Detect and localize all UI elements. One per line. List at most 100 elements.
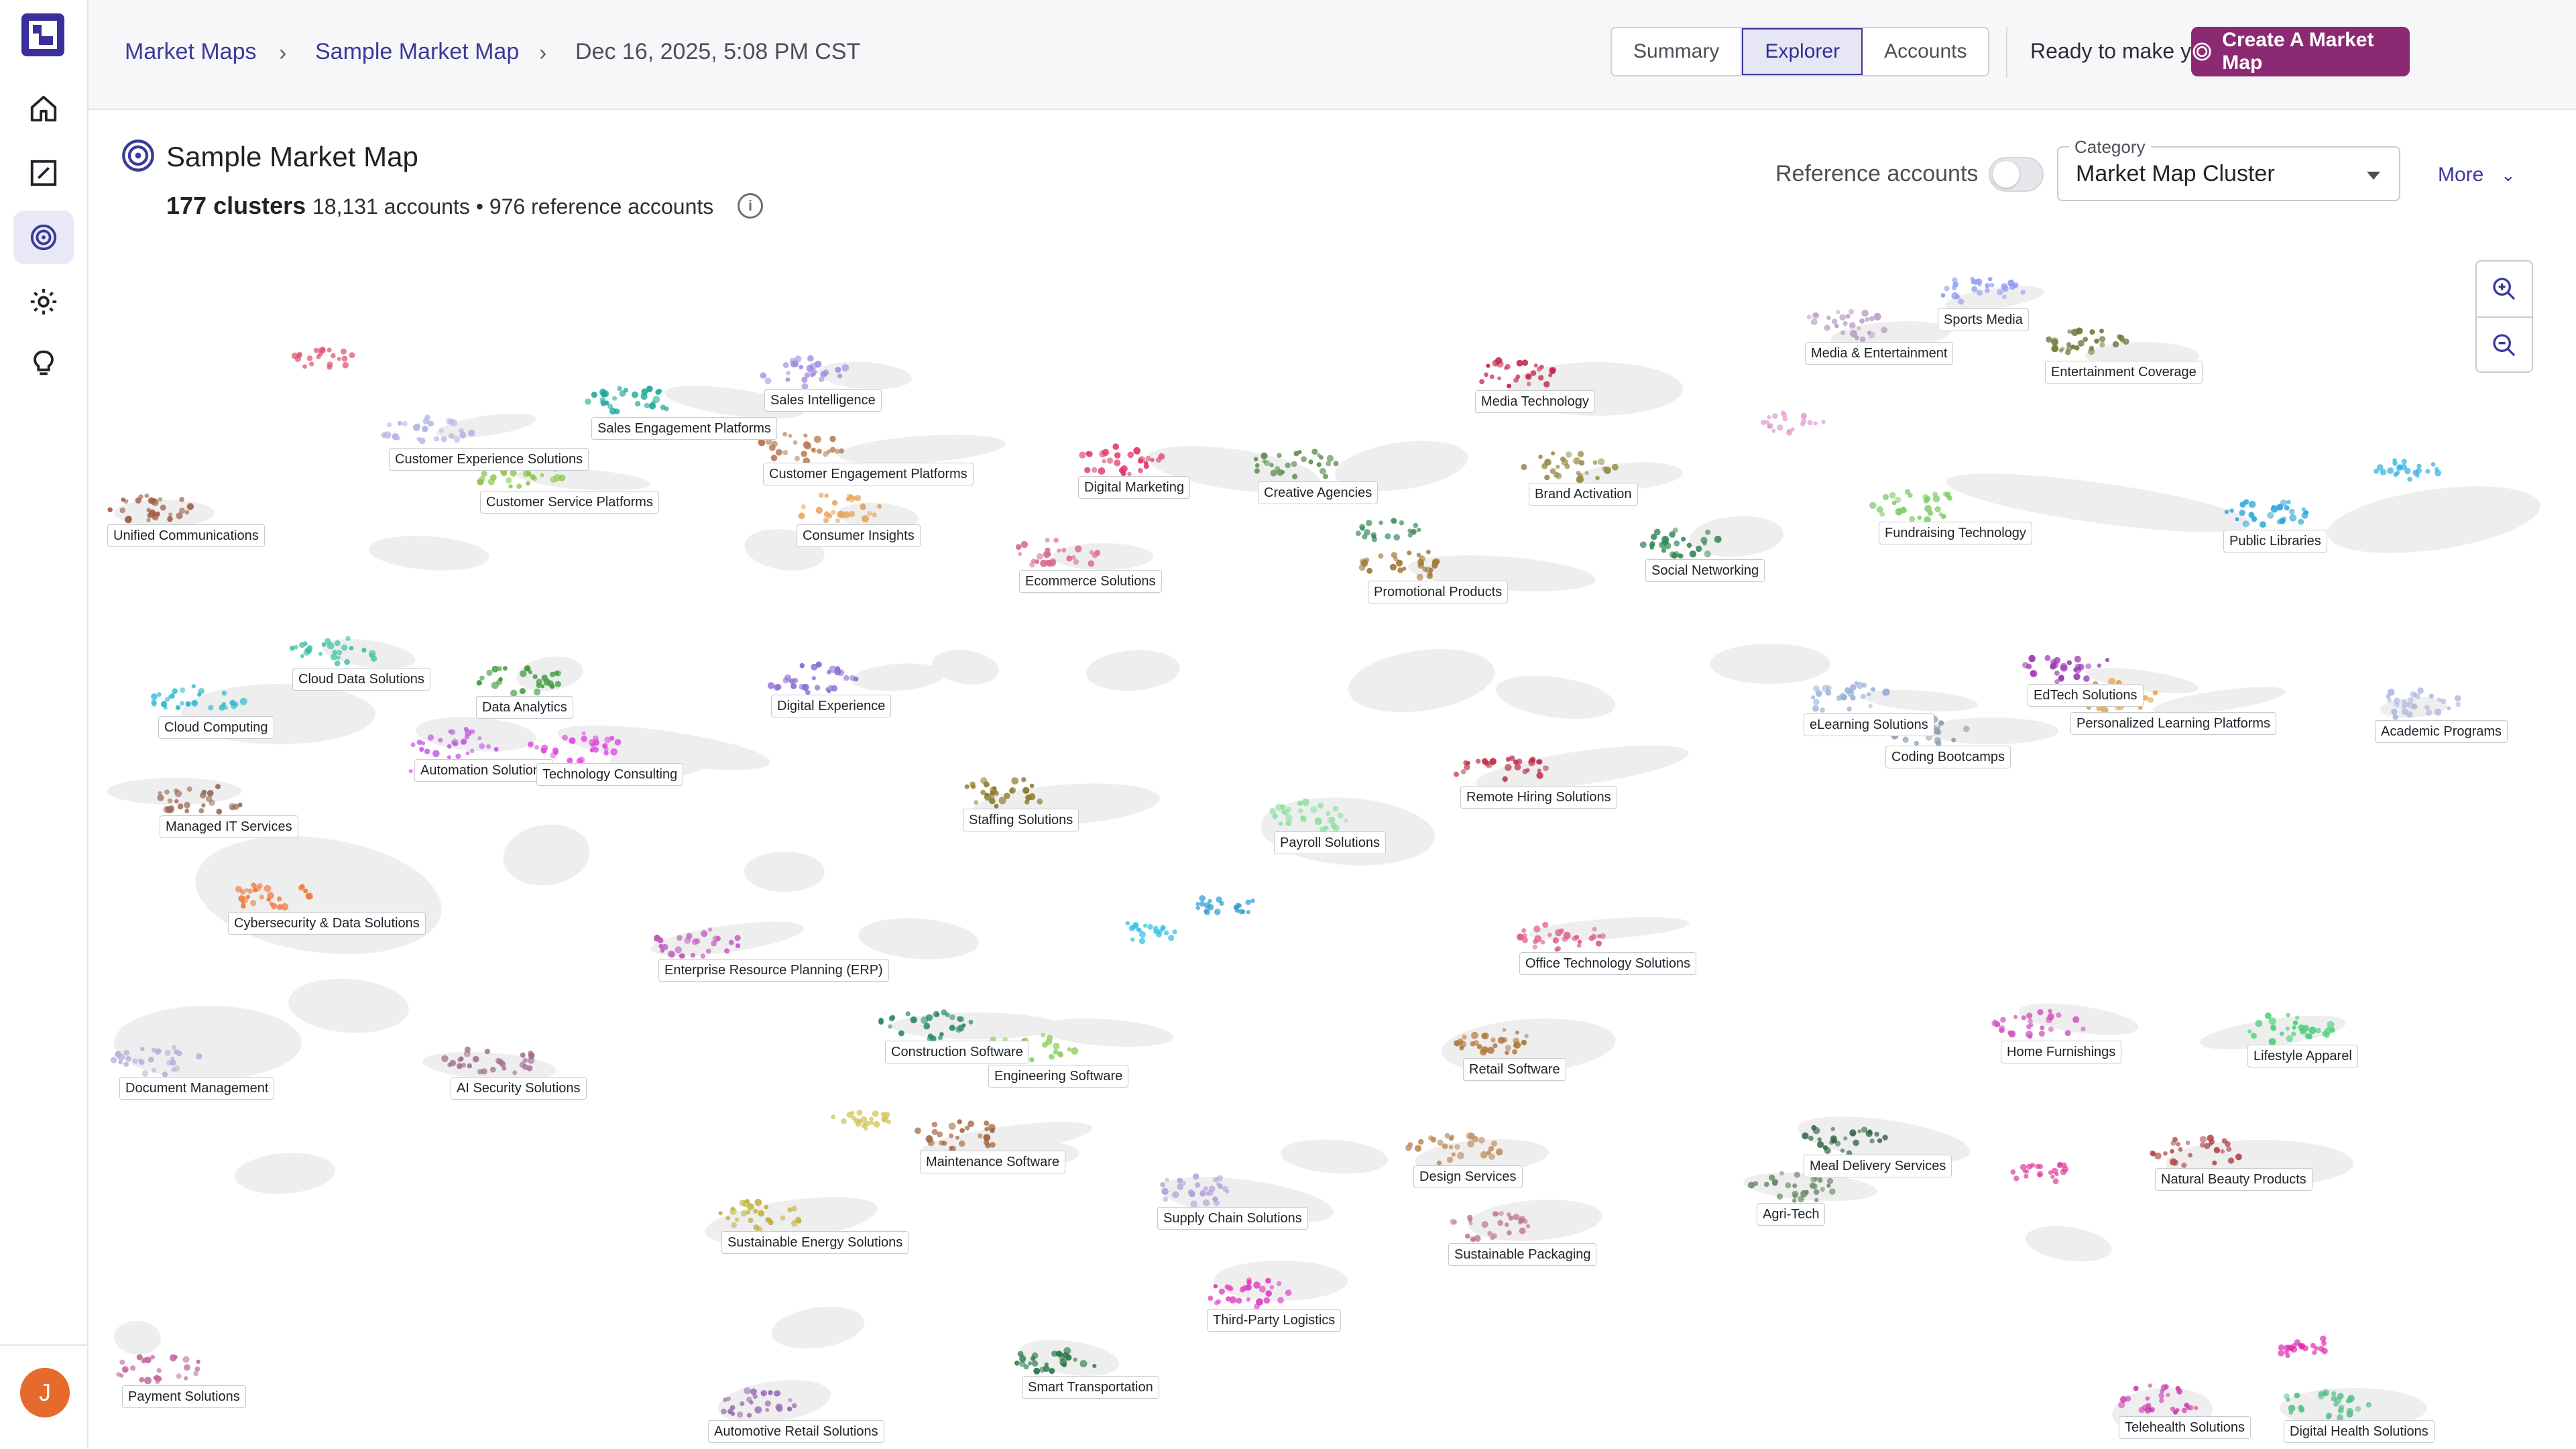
account-dot[interactable] — [1041, 1041, 1048, 1048]
account-dot[interactable] — [2072, 1016, 2080, 1023]
account-dot[interactable] — [151, 498, 159, 506]
account-dot[interactable] — [2026, 663, 2032, 670]
account-dot[interactable] — [2175, 1386, 2180, 1391]
account-dot[interactable] — [957, 1119, 962, 1124]
account-dot[interactable] — [313, 347, 319, 353]
account-dot[interactable] — [2435, 467, 2439, 472]
account-dot[interactable] — [337, 357, 341, 361]
account-dot[interactable] — [419, 747, 424, 752]
account-dot[interactable] — [1147, 924, 1153, 930]
account-dot[interactable] — [1014, 1360, 1020, 1366]
account-dot[interactable] — [1160, 926, 1165, 931]
account-dot[interactable] — [174, 1065, 180, 1072]
account-dot[interactable] — [773, 684, 780, 691]
account-dot[interactable] — [708, 927, 713, 932]
account-dot[interactable] — [1092, 467, 1098, 473]
cluster-label[interactable]: Customer Service Platforms — [480, 491, 659, 514]
account-dot[interactable] — [839, 448, 844, 454]
account-dot[interactable] — [841, 1118, 847, 1124]
account-dot[interactable] — [221, 690, 227, 696]
account-dot[interactable] — [1512, 1049, 1517, 1055]
account-dot[interactable] — [2022, 1169, 2027, 1173]
account-dot[interactable] — [1274, 466, 1281, 472]
account-dot[interactable] — [171, 1045, 177, 1050]
account-dot[interactable] — [1073, 559, 1079, 565]
account-dot[interactable] — [810, 373, 815, 378]
account-dot[interactable] — [1355, 530, 1361, 536]
nav-home[interactable] — [13, 82, 74, 135]
account-dot[interactable] — [532, 674, 538, 679]
account-dot[interactable] — [2048, 1027, 2054, 1033]
account-dot[interactable] — [1851, 1131, 1856, 1137]
account-dot[interactable] — [1202, 1199, 1210, 1206]
account-dot[interactable] — [592, 746, 599, 753]
account-dot[interactable] — [2235, 1153, 2242, 1161]
account-dot[interactable] — [1484, 372, 1488, 378]
cluster-label[interactable]: Digital Marketing — [1078, 476, 1190, 499]
account-dot[interactable] — [764, 1205, 768, 1210]
account-dot[interactable] — [520, 1052, 526, 1058]
account-dot[interactable] — [1869, 316, 1875, 322]
account-dot[interactable] — [1492, 1211, 1499, 1217]
account-dot[interactable] — [1311, 449, 1318, 455]
account-dot[interactable] — [1127, 451, 1134, 459]
account-dot[interactable] — [2247, 1029, 2252, 1034]
account-dot[interactable] — [2007, 1030, 2013, 1035]
account-dot[interactable] — [1705, 529, 1711, 535]
account-dot[interactable] — [2286, 500, 2291, 505]
account-dot[interactable] — [2170, 1140, 2176, 1146]
account-dot[interactable] — [2064, 1030, 2071, 1037]
account-dot[interactable] — [1125, 921, 1130, 926]
account-dot[interactable] — [1938, 720, 1944, 726]
account-dot[interactable] — [765, 1217, 771, 1223]
account-dot[interactable] — [1538, 375, 1544, 381]
account-dot[interactable] — [1106, 457, 1114, 464]
account-dot[interactable] — [1714, 535, 1722, 543]
account-dot[interactable] — [851, 1115, 856, 1120]
account-dot[interactable] — [2411, 703, 2418, 710]
account-dot[interactable] — [1256, 1298, 1263, 1306]
account-dot[interactable] — [526, 481, 530, 486]
account-dot[interactable] — [1826, 1177, 1834, 1185]
account-dot[interactable] — [166, 1059, 173, 1066]
zoom-out-button[interactable] — [2477, 318, 2532, 373]
account-dot[interactable] — [793, 440, 798, 445]
cluster-label[interactable]: Smart Transportation — [1022, 1376, 1159, 1399]
account-dot[interactable] — [146, 508, 151, 512]
cluster-label[interactable]: Social Networking — [1645, 559, 1765, 582]
account-dot[interactable] — [984, 1126, 989, 1132]
account-dot[interactable] — [1521, 463, 1527, 471]
account-dot[interactable] — [983, 1135, 990, 1141]
account-dot[interactable] — [754, 1406, 762, 1413]
account-dot[interactable] — [829, 447, 836, 453]
account-dot[interactable] — [801, 451, 807, 457]
account-dot[interactable] — [654, 934, 660, 940]
account-dot[interactable] — [799, 365, 804, 369]
account-dot[interactable] — [141, 1070, 149, 1077]
account-dot[interactable] — [2407, 476, 2412, 482]
account-dot[interactable] — [1172, 1191, 1179, 1198]
account-dot[interactable] — [1292, 473, 1298, 479]
account-dot[interactable] — [2142, 695, 2149, 701]
account-dot[interactable] — [1951, 285, 1957, 290]
cluster-label[interactable]: eLearning Solutions — [1804, 713, 1934, 736]
tab-accounts[interactable]: Accounts — [1863, 28, 1988, 75]
account-dot[interactable] — [884, 1111, 890, 1118]
account-dot[interactable] — [1536, 772, 1543, 779]
account-dot[interactable] — [819, 492, 824, 498]
account-dot[interactable] — [1254, 468, 1260, 474]
account-dot[interactable] — [524, 665, 531, 672]
account-dot[interactable] — [2251, 516, 2258, 522]
account-dot[interactable] — [1046, 1035, 1053, 1041]
account-dot[interactable] — [2318, 1393, 2325, 1400]
account-dot[interactable] — [754, 1198, 762, 1206]
account-dot[interactable] — [1204, 902, 1211, 909]
account-dot[interactable] — [453, 436, 461, 443]
account-dot[interactable] — [1020, 540, 1029, 548]
account-dot[interactable] — [935, 1012, 940, 1017]
account-dot[interactable] — [1490, 1140, 1497, 1147]
cluster-label[interactable]: Telehealth Solutions — [2119, 1416, 2251, 1439]
account-dot[interactable] — [2393, 472, 2398, 477]
account-dot[interactable] — [2051, 339, 2058, 346]
account-dot[interactable] — [1891, 500, 1897, 506]
